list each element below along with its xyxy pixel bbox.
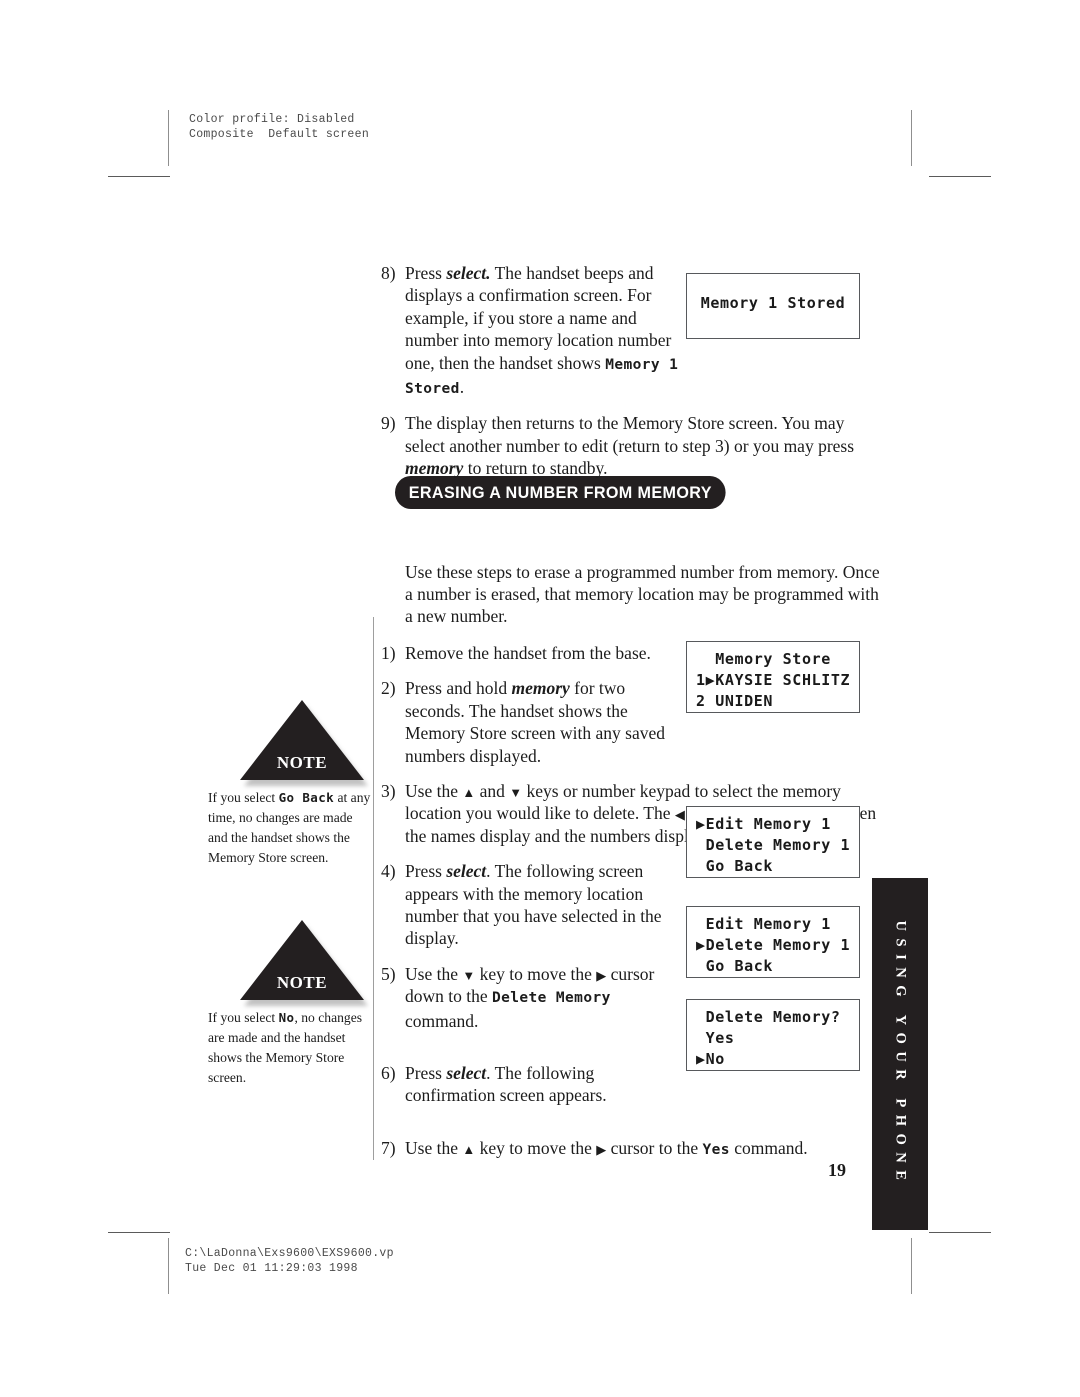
step-4-text: Press select. The following screen appea…	[405, 860, 671, 950]
note-part-a: If you select	[208, 1010, 279, 1025]
step-3-number: 3)	[381, 780, 396, 801]
right-arrow-icon: ▶	[596, 1141, 607, 1157]
note-lcd-phrase: No	[278, 1010, 295, 1025]
step-2-text: Press and hold memory for two seconds. T…	[405, 677, 687, 767]
page-content: Erasing a Number from Memory 8) Press se…	[0, 0, 1080, 1397]
down-arrow-icon: ▼	[509, 784, 523, 800]
step-6: 6) Press select. The following confirmat…	[381, 1062, 681, 1107]
step-9: 9) The display then returns to the Memor…	[381, 412, 881, 479]
step-6-number: 6)	[381, 1062, 396, 1083]
note-triangle-wrap: NOTE	[240, 700, 368, 786]
note-part-a: If you select	[208, 790, 279, 805]
lcd-line: Edit Memory 1	[696, 915, 831, 933]
step-6-text: Press select. The following confirmation…	[405, 1062, 681, 1107]
step-8: 8) Press select. The handset beeps and d…	[381, 262, 681, 400]
lcd-line: Yes	[696, 1029, 735, 1047]
up-arrow-icon: ▲	[462, 784, 476, 800]
step-4-number: 4)	[381, 861, 396, 882]
step-7-text: Use the ▲ key to move the ▶ cursor to th…	[405, 1137, 881, 1161]
step-4-part-a: Press	[405, 861, 447, 882]
step-7-number: 7)	[381, 1137, 396, 1158]
step-6-select-keyword: select	[446, 1062, 487, 1083]
left-arrow-icon: ◀	[674, 807, 685, 823]
step-8-number: 8)	[381, 263, 396, 283]
step-2: 2) Press and hold memory for two seconds…	[381, 677, 687, 767]
up-arrow-icon: ▲	[462, 1141, 476, 1157]
step-5-part-e: command.	[405, 1010, 479, 1031]
lcd-screen-edit-menu-cursor-edit: ▶Edit Memory 1 Delete Memory 1 Go Back	[686, 806, 860, 878]
lcd-line: 2 UNIDEN	[696, 692, 774, 710]
note-label: NOTE	[276, 973, 328, 992]
step-2-part-a: Press and hold	[405, 678, 512, 699]
note-body-text: If you select No, no changes are made an…	[208, 1008, 373, 1088]
margin-divider-rule	[373, 617, 374, 1160]
step-7-part-e: command.	[729, 1137, 808, 1158]
step-1-number: 1)	[381, 642, 396, 663]
step-9-memory-keyword: memory	[405, 458, 464, 479]
step-9-part-c: to return to standby.	[463, 458, 608, 479]
lcd-screen-memory-store-list: Memory Store 1▶KAYSIE SCHLITZ 2 UNIDEN	[686, 641, 860, 713]
lcd-line: Go Back	[696, 857, 774, 875]
note-callout-no: NOTE If you select No, no changes are ma…	[208, 920, 373, 1088]
section-intro-paragraph: Use these steps to erase a programmed nu…	[405, 561, 880, 627]
step-4: 4) Press select. The following screen ap…	[381, 860, 671, 950]
lcd-line: Memory Store	[696, 650, 831, 668]
lcd-line: Memory 1 Stored	[700, 294, 846, 312]
lcd-screen-memory-stored: Memory 1 Stored	[686, 273, 860, 339]
step-7-lcd-command: Yes	[702, 1141, 730, 1158]
lcd-line: Go Back	[696, 957, 774, 975]
step-5: 5) Use the ▼ key to move the ▶ cursor do…	[381, 963, 681, 1032]
step-5-part-b: key to move the	[475, 963, 597, 984]
step-2-number: 2)	[381, 678, 396, 699]
lcd-line: Delete Memory 1	[696, 836, 851, 854]
note-triangle-wrap: NOTE	[240, 920, 368, 1006]
note-label: NOTE	[276, 753, 328, 772]
lcd-line: ▶No	[696, 1050, 725, 1068]
lcd-line: 1▶KAYSIE SCHLITZ	[696, 671, 851, 689]
step-3-part-b: and	[475, 780, 510, 801]
note-body-text: If you select Go Back at any time, no ch…	[208, 788, 373, 868]
step-9-text: The display then returns to the Memory S…	[405, 412, 881, 479]
step-5-part-a: Use the	[405, 963, 463, 984]
lcd-line: Delete Memory?	[696, 1008, 841, 1026]
step-5-text: Use the ▼ key to move the ▶ cursor down …	[405, 963, 681, 1032]
step-7-part-b: key to move the	[475, 1137, 597, 1158]
step-8-text: Press select. The handset beeps and disp…	[405, 262, 681, 400]
note-lcd-phrase: Go Back	[278, 790, 335, 805]
chapter-tab-label: USING YOUR PHONE	[892, 920, 909, 1188]
step-7-part-c: cursor to the	[606, 1137, 703, 1158]
step-9-part-a: The display then returns to the Memory S…	[405, 413, 855, 456]
down-arrow-icon: ▼	[462, 967, 476, 983]
step-2-memory-keyword: memory	[511, 678, 570, 699]
step-7-part-a: Use the	[405, 1137, 463, 1158]
step-8-part-e: .	[459, 377, 465, 398]
step-6-part-a: Press	[405, 1062, 447, 1083]
step-7: 7) Use the ▲ key to move the ▶ cursor to…	[381, 1137, 881, 1161]
chapter-tab: USING YOUR PHONE	[872, 878, 928, 1230]
note-callout-go-back: NOTE If you select Go Back at any time, …	[208, 700, 373, 868]
step-4-select-keyword: select	[446, 861, 487, 882]
page-number: 19	[828, 1160, 846, 1180]
lcd-line: ▶Delete Memory 1	[696, 936, 851, 954]
lcd-screen-delete-confirm: Delete Memory? Yes ▶No	[686, 999, 860, 1071]
right-arrow-icon: ▶	[596, 967, 607, 983]
step-8-part-a: Press	[405, 263, 447, 283]
lcd-screen-edit-menu-cursor-delete: Edit Memory 1 ▶Delete Memory 1 Go Back	[686, 906, 860, 978]
step-5-lcd-command: Delete Memory	[492, 990, 611, 1007]
step-8-select-keyword: select.	[446, 263, 491, 283]
lcd-line: ▶Edit Memory 1	[696, 815, 831, 833]
heading-spacer	[381, 489, 881, 561]
step-9-number: 9)	[381, 413, 396, 434]
step-3-part-a: Use the	[405, 780, 463, 801]
step-5-number: 5)	[381, 963, 396, 984]
